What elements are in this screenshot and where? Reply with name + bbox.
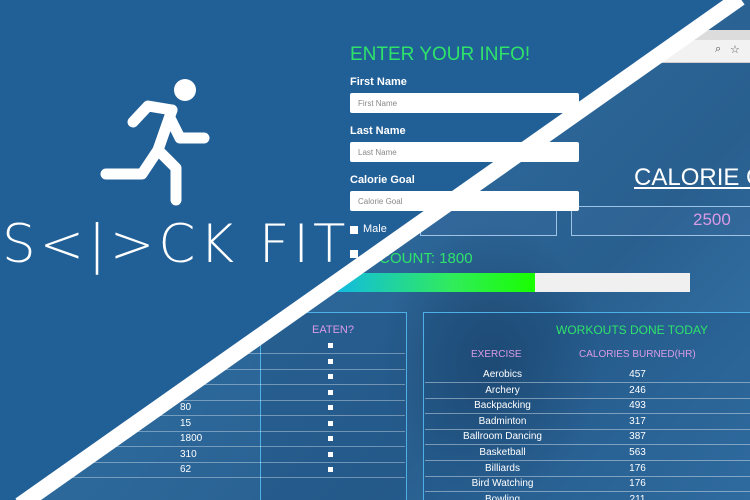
last-name-input[interactable]	[350, 142, 579, 162]
workouts-title: WORKOUTS DONE TODAY	[556, 323, 709, 337]
workout-name: Badminton	[478, 415, 527, 427]
workout-calories: 176	[629, 462, 646, 474]
eaten-checkbox[interactable]	[328, 374, 333, 379]
calorie-goal-title: CALORIE G	[634, 164, 750, 191]
workout-calories: 176	[629, 478, 646, 490]
eaten-checkbox[interactable]	[328, 467, 333, 472]
bookmark-star-icon[interactable]: ☆	[730, 43, 740, 56]
workout-name: Bowling	[484, 493, 521, 500]
calorie-progress-fill	[330, 273, 536, 292]
workout-row: Badminton 317	[425, 414, 750, 430]
eaten-checkbox[interactable]	[328, 343, 333, 348]
workout-row: Basketball 563	[425, 445, 750, 461]
zoom-icon[interactable]: ⌕	[715, 43, 721, 56]
calorie-goal-label: Calorie Goal	[350, 174, 415, 186]
workout-name: Bird Watching	[471, 478, 534, 490]
foods-eaten-header: EATEN?	[312, 324, 354, 336]
form-title: ENTER YOUR INFO!	[350, 44, 531, 65]
workout-name: Archery	[485, 384, 520, 396]
calories-column-header: CALORIES BURNED(HR)	[579, 349, 696, 360]
running-man-icon	[100, 79, 210, 206]
workout-row: Backpacking 493	[425, 398, 750, 415]
workout-calories: 387	[629, 431, 646, 443]
workout-row: Archery 246	[425, 383, 750, 399]
first-name-label: First Name	[350, 76, 407, 88]
calorie-goal-value: 2500	[693, 210, 731, 229]
workout-name: Aerobics	[483, 369, 522, 380]
food-calories: 80	[180, 402, 192, 413]
exercise-column-header: EXERCISE	[471, 349, 522, 360]
food-calories: 15	[180, 417, 192, 429]
workout-name: Ballroom Dancing	[463, 431, 542, 443]
workout-name: Backpacking	[474, 400, 531, 412]
food-calories: 1800	[180, 433, 203, 444]
food-calories: 310	[180, 448, 197, 460]
male-checkbox[interactable]	[350, 226, 358, 234]
eaten-checkbox[interactable]	[328, 389, 333, 395]
female-checkbox[interactable]	[350, 250, 358, 258]
food-calories: 62	[180, 464, 192, 475]
workout-calories: 246	[629, 384, 646, 396]
workout-calories: 493	[629, 400, 646, 412]
workout-calories: 211	[629, 493, 646, 500]
app-logo-wordmark: S<|>CK FIT	[2, 214, 350, 275]
eaten-checkbox[interactable]	[328, 420, 333, 426]
workout-row: Aerobics 457	[425, 367, 750, 383]
first-name-input[interactable]	[350, 93, 579, 113]
eaten-checkbox[interactable]	[328, 358, 333, 364]
workout-name: Basketball	[479, 447, 526, 458]
calorie-progress-bar	[330, 273, 690, 292]
workout-name: Billiards	[484, 462, 520, 474]
workout-row: Ballroom Dancing 387	[425, 429, 750, 446]
eaten-checkbox[interactable]	[328, 405, 333, 410]
male-label: Male	[363, 223, 387, 235]
last-name-label: Last Name	[350, 125, 406, 137]
workout-calories: 457	[629, 369, 646, 380]
workout-row: Billiards 176	[425, 461, 750, 477]
eaten-checkbox[interactable]	[328, 436, 333, 441]
eaten-checkbox[interactable]	[328, 451, 333, 457]
workout-row: Bowling 211	[425, 492, 750, 500]
workout-row: Bird Watching 176	[425, 476, 750, 493]
calorie-goal-input[interactable]	[350, 191, 579, 211]
workout-calories: 317	[629, 415, 646, 427]
workout-calories: 563	[629, 447, 646, 458]
